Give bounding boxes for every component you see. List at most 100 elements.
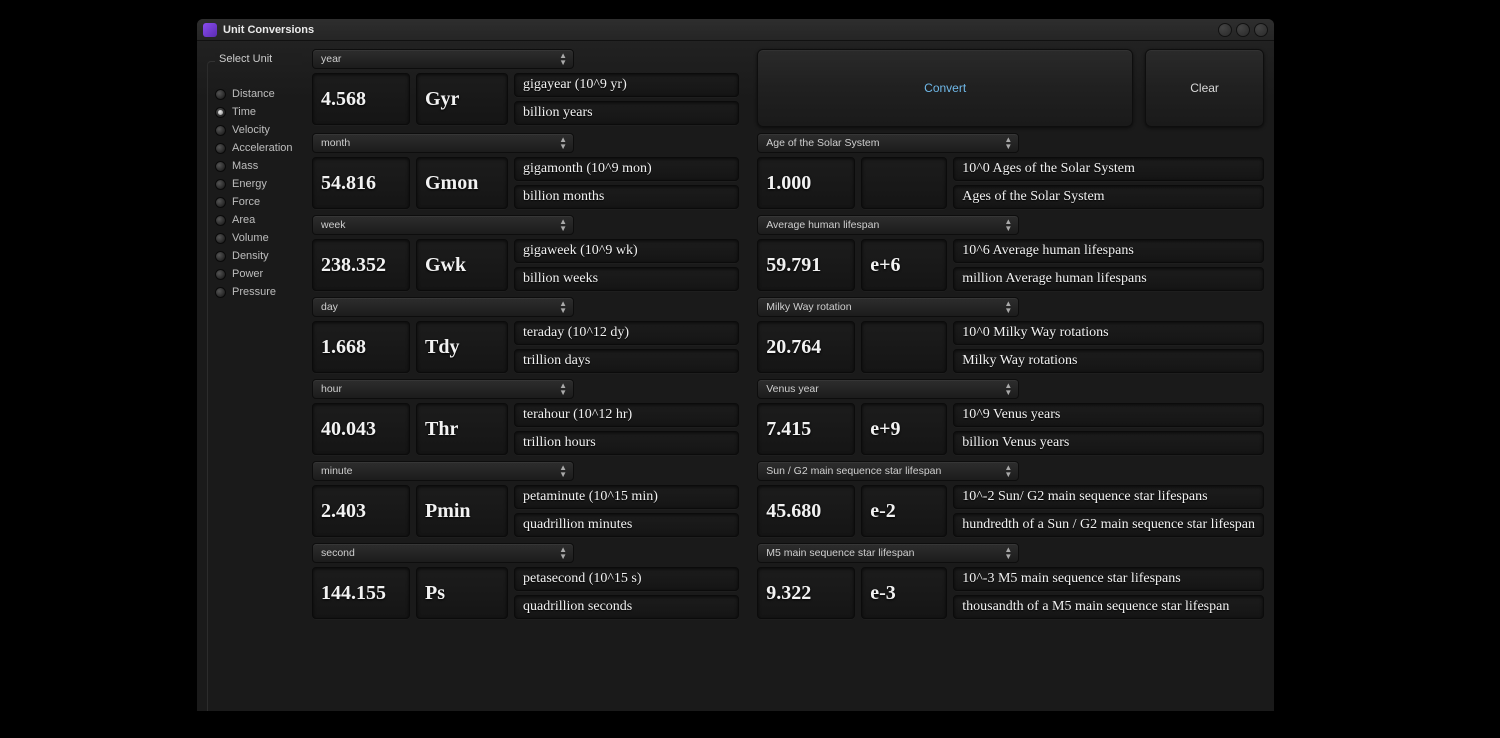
- chevron-updown-icon: ▲▼: [559, 52, 567, 66]
- unit-dropdown[interactable]: minute▲▼: [312, 461, 574, 481]
- dropdown-label: Age of the Solar System: [766, 137, 879, 149]
- unit-dropdown[interactable]: Age of the Solar System▲▼: [757, 133, 1019, 153]
- sidebar: Select Unit DistanceTimeVelocityAccelera…: [207, 49, 302, 711]
- radio-icon: [215, 143, 226, 154]
- chevron-updown-icon: ▲▼: [1004, 546, 1012, 560]
- close-button[interactable]: [1254, 23, 1268, 37]
- value-field[interactable]: 1.668: [312, 321, 410, 373]
- unit-category-acceleration[interactable]: Acceleration: [207, 139, 302, 157]
- dropdown-label: minute: [321, 465, 353, 477]
- left-conversion-group: month▲▼ 54.816Gmongigamonth (10^9 mon)bil…: [312, 133, 739, 209]
- unit-dropdown[interactable]: Sun / G2 main sequence star lifespan▲▼: [757, 461, 1019, 481]
- description-column: teraday (10^12 dy)trillion days: [514, 321, 739, 373]
- app-window: Unit Conversions Select Unit DistanceTim…: [197, 19, 1274, 711]
- radio-icon: [215, 233, 226, 244]
- unit-category-label: Volume: [232, 232, 269, 244]
- conversion-row: 45.680e-210^-2 Sun/ G2 main sequence sta…: [757, 485, 1264, 537]
- value-field[interactable]: 144.155: [312, 567, 410, 619]
- value-field[interactable]: 45.680: [757, 485, 855, 537]
- dropdown-label: M5 main sequence star lifespan: [766, 547, 914, 559]
- description-primary: petaminute (10^15 min): [514, 485, 739, 509]
- right-conversion-group: M5 main sequence star lifespan ▲▼ 9.322e-3…: [757, 543, 1264, 619]
- unit-dropdown[interactable]: week▲▼: [312, 215, 574, 235]
- description-column: gigamonth (10^9 mon)billion months: [514, 157, 739, 209]
- unit-category-label: Density: [232, 250, 269, 262]
- conversion-row: 144.155Pspetasecond (10^15 s) quadrillion…: [312, 567, 739, 619]
- radio-icon: [215, 251, 226, 262]
- value-field[interactable]: 4.568: [312, 73, 410, 125]
- minimize-button[interactable]: [1218, 23, 1232, 37]
- unit-category-area[interactable]: Area: [207, 211, 302, 229]
- unit-dropdown[interactable]: M5 main sequence star lifespan ▲▼: [757, 543, 1019, 563]
- radio-icon: [215, 107, 226, 118]
- maximize-button[interactable]: [1236, 23, 1250, 37]
- content: Select Unit DistanceTimeVelocityAccelera…: [197, 41, 1274, 711]
- unit-abbr-field: Ps: [416, 567, 508, 619]
- description-secondary: trillion days: [514, 349, 739, 373]
- unit-category-time[interactable]: Time: [207, 103, 302, 121]
- action-buttons: Convert Clear: [757, 49, 1264, 127]
- window-controls: [1218, 23, 1268, 37]
- conversion-row: 238.352Gwkgigaweek (10^9 wk)billion week…: [312, 239, 739, 291]
- value-field[interactable]: 9.322: [757, 567, 855, 619]
- clear-button[interactable]: Clear: [1145, 49, 1264, 127]
- chevron-updown-icon: ▲▼: [1004, 218, 1012, 232]
- unit-category-distance[interactable]: Distance: [207, 85, 302, 103]
- unit-category-pressure[interactable]: Pressure: [207, 283, 302, 301]
- unit-dropdown[interactable]: second▲▼: [312, 543, 574, 563]
- value-field[interactable]: 40.043: [312, 403, 410, 455]
- unit-dropdown[interactable]: Milky Way rotation▲▼: [757, 297, 1019, 317]
- unit-category-force[interactable]: Force: [207, 193, 302, 211]
- dropdown-label: week: [321, 219, 346, 231]
- radio-icon: [215, 125, 226, 136]
- value-field[interactable]: 1.000: [757, 157, 855, 209]
- conversion-row: 40.043Thrterahour (10^12 hr)trillion hou…: [312, 403, 739, 455]
- description-secondary: quadrillion seconds: [514, 595, 739, 619]
- titlebar: Unit Conversions: [197, 19, 1274, 41]
- conversion-row: 7.415e+910^9 Venus yearsbillion Venus ye…: [757, 403, 1264, 455]
- left-conversion-group: year ▲▼ 4.568Gyrgigayear (10^9 yr)billion …: [312, 49, 739, 127]
- unit-dropdown[interactable]: hour▲▼: [312, 379, 574, 399]
- dropdown-label: second: [321, 547, 355, 559]
- radio-icon: [215, 89, 226, 100]
- conversion-row: 1.668Tdyteraday (10^12 dy)trillion days: [312, 321, 739, 373]
- conversion-row: 4.568Gyrgigayear (10^9 yr)billion years: [312, 73, 739, 125]
- left-conversion-group: minute▲▼2.403Pminpetaminute (10^15 min)q…: [312, 461, 739, 537]
- description-primary: gigayear (10^9 yr): [514, 73, 739, 97]
- value-field[interactable]: 238.352: [312, 239, 410, 291]
- value-field[interactable]: 20.764: [757, 321, 855, 373]
- conversion-row: 59.791e+610^6 Average human lifespansmil…: [757, 239, 1264, 291]
- radio-icon: [215, 161, 226, 172]
- description-primary: petasecond (10^15 s): [514, 567, 739, 591]
- chevron-updown-icon: ▲▼: [1004, 300, 1012, 314]
- value-field[interactable]: 2.403: [312, 485, 410, 537]
- convert-button[interactable]: Convert: [757, 49, 1133, 127]
- radio-icon: [215, 287, 226, 298]
- unit-category-volume[interactable]: Volume: [207, 229, 302, 247]
- chevron-updown-icon: ▲▼: [1004, 464, 1012, 478]
- unit-dropdown[interactable]: year ▲▼: [312, 49, 574, 69]
- unit-category-label: Mass: [232, 160, 258, 172]
- unit-category-mass[interactable]: Mass: [207, 157, 302, 175]
- unit-dropdown[interactable]: Venus year▲▼: [757, 379, 1019, 399]
- unit-dropdown[interactable]: day▲▼: [312, 297, 574, 317]
- description-column: gigaweek (10^9 wk)billion weeks: [514, 239, 739, 291]
- unit-abbr-field: e+9: [861, 403, 947, 455]
- unit-category-energy[interactable]: Energy: [207, 175, 302, 193]
- description-column: petasecond (10^15 s) quadrillion seconds: [514, 567, 739, 619]
- unit-dropdown[interactable]: month▲▼: [312, 133, 574, 153]
- unit-category-density[interactable]: Density: [207, 247, 302, 265]
- unit-category-velocity[interactable]: Velocity: [207, 121, 302, 139]
- value-field[interactable]: 59.791: [757, 239, 855, 291]
- unit-abbr-field: e-3: [861, 567, 947, 619]
- unit-category-power[interactable]: Power: [207, 265, 302, 283]
- description-primary: gigamonth (10^9 mon): [514, 157, 739, 181]
- dropdown-label: year: [321, 53, 341, 65]
- chevron-updown-icon: ▲▼: [559, 382, 567, 396]
- description-column: 10^0 Ages of the Solar SystemAges of the…: [953, 157, 1264, 209]
- description-primary: 10^-3 M5 main sequence star lifespans: [953, 567, 1264, 591]
- value-field[interactable]: 54.816: [312, 157, 410, 209]
- value-field[interactable]: 7.415: [757, 403, 855, 455]
- conversion-row: 54.816Gmongigamonth (10^9 mon)billion mo…: [312, 157, 739, 209]
- unit-dropdown[interactable]: Average human lifespan▲▼: [757, 215, 1019, 235]
